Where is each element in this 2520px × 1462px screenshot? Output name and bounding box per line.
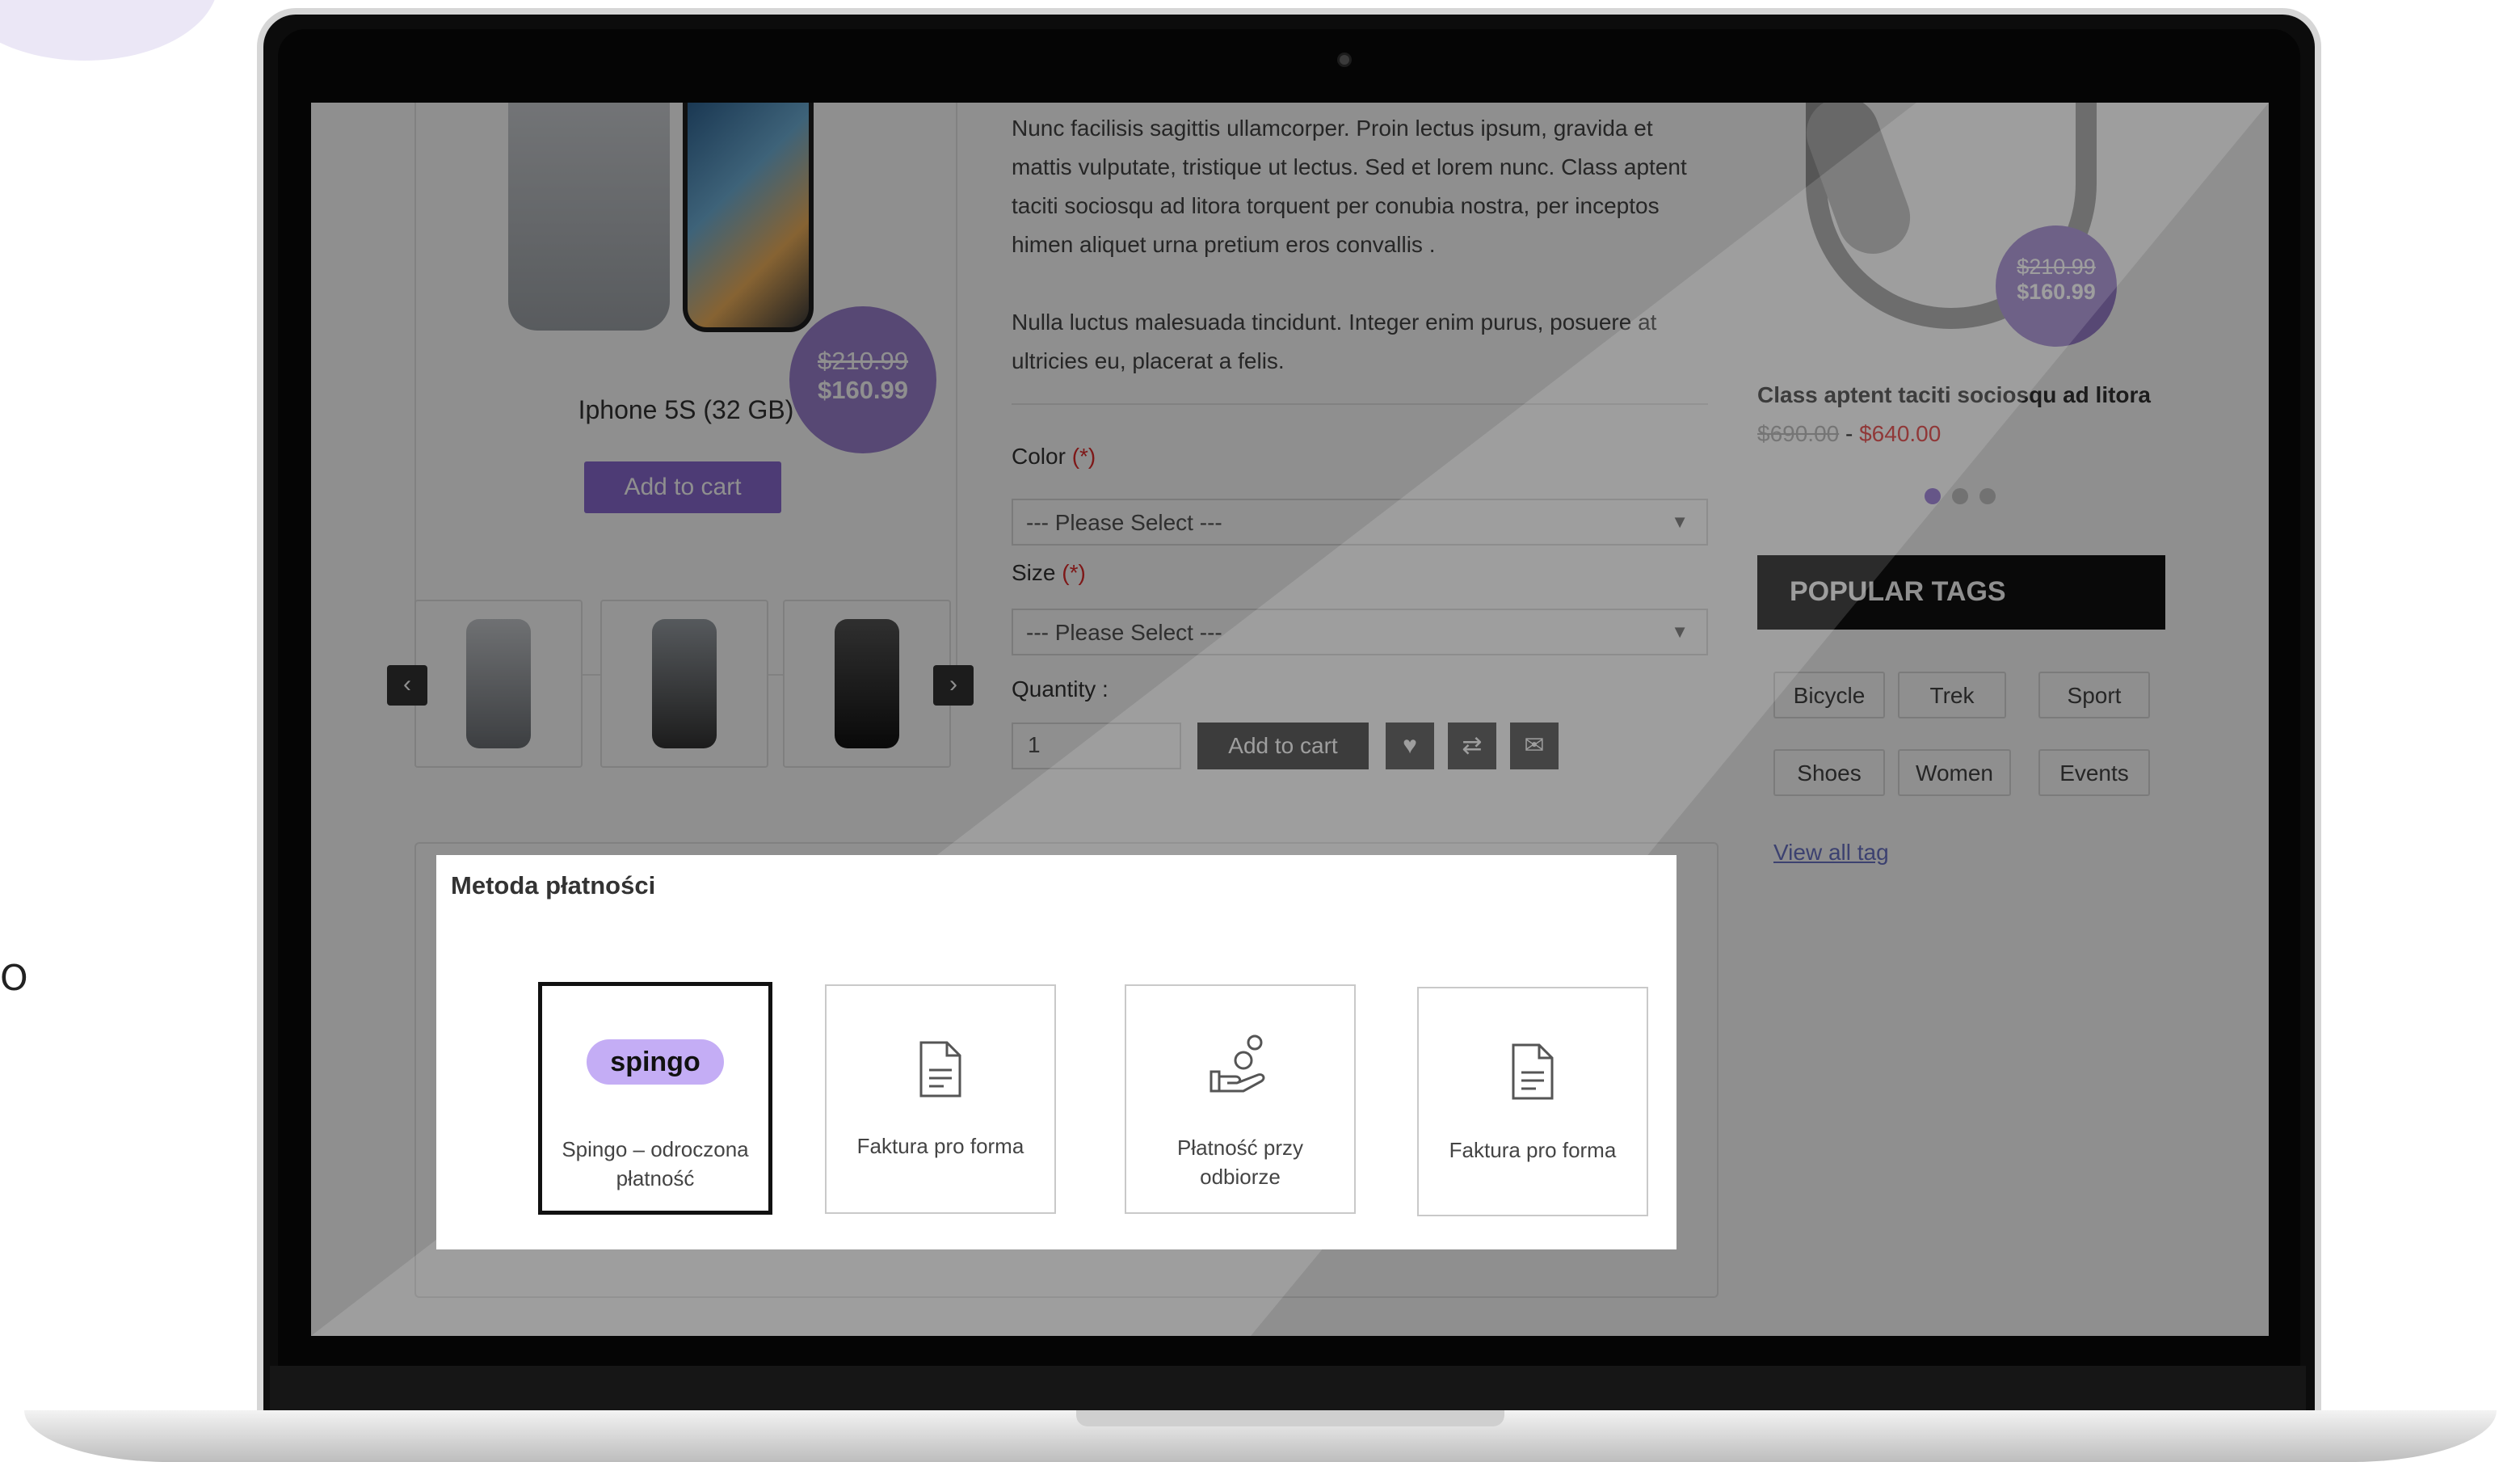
product-image	[508, 103, 670, 331]
popular-tags-heading: POPULAR TAGS	[1757, 555, 2165, 630]
chevron-down-icon: ▼	[1671, 621, 1689, 642]
tag-events[interactable]: Events	[2038, 749, 2150, 796]
payment-method-title: Metoda płatności	[451, 871, 656, 900]
payment-option-proforma[interactable]: Faktura pro forma	[825, 984, 1056, 1214]
tag-sport[interactable]: Sport	[2038, 672, 2150, 718]
payment-option-label: Spingo – odroczona płatność	[562, 1137, 749, 1190]
carousel-dot[interactable]	[1925, 488, 1941, 504]
thumbnail[interactable]	[600, 600, 768, 768]
tag-trek[interactable]: Trek	[1898, 672, 2006, 718]
size-label: Size (*)	[1012, 560, 1086, 585]
payment-option-proforma-2[interactable]: Faktura pro forma	[1417, 987, 1648, 1216]
compare-icon[interactable]: ⇄	[1448, 723, 1496, 769]
side-letter: O	[0, 958, 28, 999]
related-product-price: $690.00 - $640.00	[1757, 421, 1942, 446]
add-to-cart-button-secondary[interactable]: Add to cart	[1197, 723, 1369, 769]
related-price-bubble: $210.99 $160.99	[1996, 225, 2117, 347]
payment-option-cod[interactable]: Płatność przy odbiorze	[1125, 984, 1356, 1214]
divider	[1012, 403, 1708, 405]
carousel-dot[interactable]	[1979, 488, 1996, 504]
decorative-blob	[0, 0, 218, 61]
payment-method-panel: Metoda płatności spingo Spingo – odroczo…	[436, 855, 1676, 1249]
product-description: Nunc facilisis sagittis ullamcorper. Pro…	[1012, 109, 1708, 381]
chevron-down-icon: ▼	[1671, 512, 1689, 532]
quantity-input[interactable]: 1	[1012, 723, 1181, 769]
view-all-tags-link[interactable]: View all tag	[1773, 840, 1889, 866]
payment-option-spingo[interactable]: spingo Spingo – odroczona płatność	[538, 982, 772, 1215]
laptop-chin	[270, 1366, 2306, 1414]
product-name: Iphone 5S (32 GB)	[578, 395, 794, 424]
related-product-title[interactable]: Class aptent taciti sociosqu ad litora	[1757, 382, 2151, 408]
price-new: $160.99	[2017, 280, 2096, 304]
carousel-dots	[1925, 488, 2007, 508]
spingo-logo: spingo	[587, 1039, 724, 1085]
product-image-screen	[683, 103, 814, 332]
product-card: $210.99 $160.99 Iphone 5S (32 GB) Add to…	[414, 103, 957, 676]
laptop-notch	[1076, 1410, 1504, 1426]
color-label: Color (*)	[1012, 444, 1096, 469]
thumbnail[interactable]	[414, 600, 583, 768]
quantity-label: Quantity :	[1012, 676, 1109, 702]
color-select[interactable]: --- Please Select --- ▼	[1012, 499, 1708, 546]
document-icon	[919, 1041, 961, 1098]
payment-option-label: Faktura pro forma	[856, 1134, 1024, 1158]
tag-bicycle[interactable]: Bicycle	[1773, 672, 1885, 718]
description-paragraph: Nunc facilisis sagittis ullamcorper. Pro…	[1012, 116, 1687, 257]
thumbnail-strip	[414, 600, 954, 769]
size-select[interactable]: --- Please Select --- ▼	[1012, 609, 1708, 655]
add-to-cart-button[interactable]: Add to cart	[584, 461, 781, 513]
tag-women[interactable]: Women	[1898, 749, 2011, 796]
thumbnail[interactable]	[783, 600, 951, 768]
payment-option-label: Faktura pro forma	[1449, 1138, 1617, 1162]
price-old: $210.99	[2017, 255, 2096, 279]
payment-option-label: Płatność przy odbiorze	[1176, 1135, 1304, 1189]
carousel-dot[interactable]	[1952, 488, 1968, 504]
description-paragraph: Nulla luctus malesuada tincidunt. Intege…	[1012, 310, 1657, 373]
chevron-left-icon[interactable]: ‹	[387, 665, 427, 706]
price-bubble: $210.99 $160.99	[789, 306, 936, 453]
price-old: $210.99	[817, 347, 909, 375]
document-icon	[1512, 1043, 1554, 1100]
chevron-right-icon[interactable]: ›	[933, 665, 974, 706]
mail-icon[interactable]: ✉	[1510, 723, 1559, 769]
camera-icon	[1340, 55, 1349, 65]
tag-shoes[interactable]: Shoes	[1773, 749, 1885, 796]
heart-icon[interactable]: ♥	[1386, 723, 1434, 769]
hand-coins-icon	[1210, 1034, 1265, 1093]
